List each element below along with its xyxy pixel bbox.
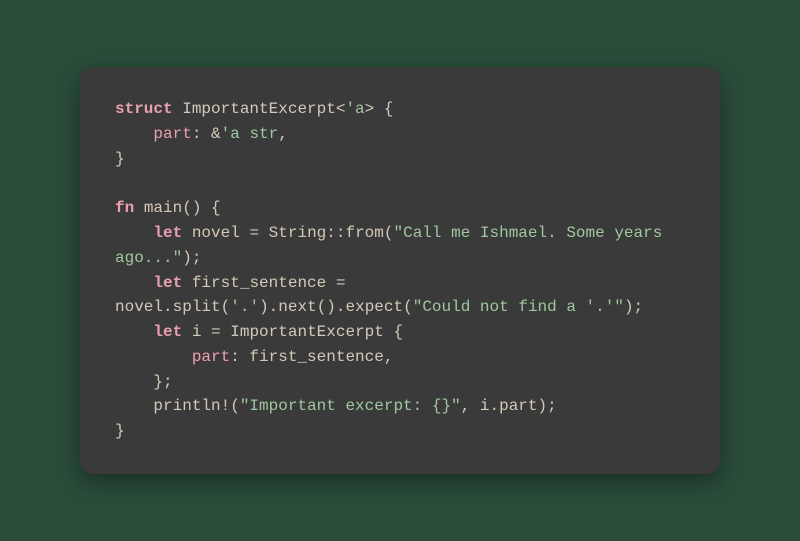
macro-println: println! [153, 397, 230, 415]
angle-close: > [365, 100, 375, 118]
method-split: split [173, 298, 221, 316]
paren-open: ( [221, 298, 231, 316]
var-first-sentence: first_sentence [192, 274, 326, 292]
brace-open: { [384, 323, 403, 341]
dot: . [163, 298, 173, 316]
indent [115, 397, 153, 415]
space [240, 125, 250, 143]
field-part: part [153, 125, 191, 143]
dot: . [336, 298, 346, 316]
char-literal-dot: '.' [230, 298, 259, 316]
method-expect: expect [346, 298, 404, 316]
space [134, 199, 144, 217]
brace-close: } [115, 150, 125, 168]
brace-open: { [201, 199, 220, 217]
indent [115, 125, 153, 143]
var-novel: novel [192, 224, 240, 242]
fn-main: main [144, 199, 182, 217]
space [182, 274, 192, 292]
type-string: String [269, 224, 327, 242]
code-snippet-card: struct ImportantExcerpt<'a> { part: &'a … [80, 67, 720, 474]
brace-open: { [374, 100, 393, 118]
parens: () [317, 298, 336, 316]
indent [115, 274, 153, 292]
brace-close-semi: }; [153, 373, 172, 391]
paren-open: ( [403, 298, 413, 316]
parens: () [182, 199, 201, 217]
paren-close: ) [259, 298, 269, 316]
string-literal-format: "Important excerpt: {}" [240, 397, 461, 415]
var-i: i [192, 323, 202, 341]
method-next: next [278, 298, 316, 316]
path-sep: :: [326, 224, 345, 242]
ident-novel: novel [115, 298, 163, 316]
field-access-part: part [499, 397, 537, 415]
colon: : [230, 348, 249, 366]
keyword-struct: struct [115, 100, 173, 118]
keyword-let: let [153, 274, 182, 292]
ampersand: & [211, 125, 221, 143]
comma-space: , [461, 397, 480, 415]
paren-close-semi: ); [624, 298, 643, 316]
paren-close-semi: ); [182, 249, 201, 267]
lifetime-a: 'a [345, 100, 364, 118]
type-str: str [249, 125, 278, 143]
code-block: struct ImportantExcerpt<'a> { part: &'a … [115, 97, 685, 444]
indent [115, 373, 153, 391]
space [182, 224, 192, 242]
dot: . [269, 298, 279, 316]
val-first-sentence: first_sentence [249, 348, 383, 366]
string-literal-expect: "Could not find a '.'" [413, 298, 624, 316]
space [182, 323, 192, 341]
dot: . [489, 397, 499, 415]
comma: , [384, 348, 394, 366]
keyword-let: let [153, 224, 182, 242]
keyword-let: let [153, 323, 182, 341]
paren-close-semi: ); [538, 397, 557, 415]
brace-close-main: } [115, 422, 125, 440]
indent [115, 224, 153, 242]
paren-open: ( [230, 397, 240, 415]
equals: = [201, 323, 230, 341]
type-important-excerpt: ImportantExcerpt [230, 323, 384, 341]
equals: = [326, 274, 355, 292]
fn-from: from [345, 224, 383, 242]
angle-open: < [336, 100, 346, 118]
comma: , [278, 125, 288, 143]
field-part-init: part [192, 348, 230, 366]
keyword-fn: fn [115, 199, 134, 217]
lifetime-a-ref: 'a [221, 125, 240, 143]
equals: = [240, 224, 269, 242]
colon: : [192, 125, 211, 143]
struct-name: ImportantExcerpt [182, 100, 336, 118]
indent [115, 323, 153, 341]
indent [115, 348, 192, 366]
